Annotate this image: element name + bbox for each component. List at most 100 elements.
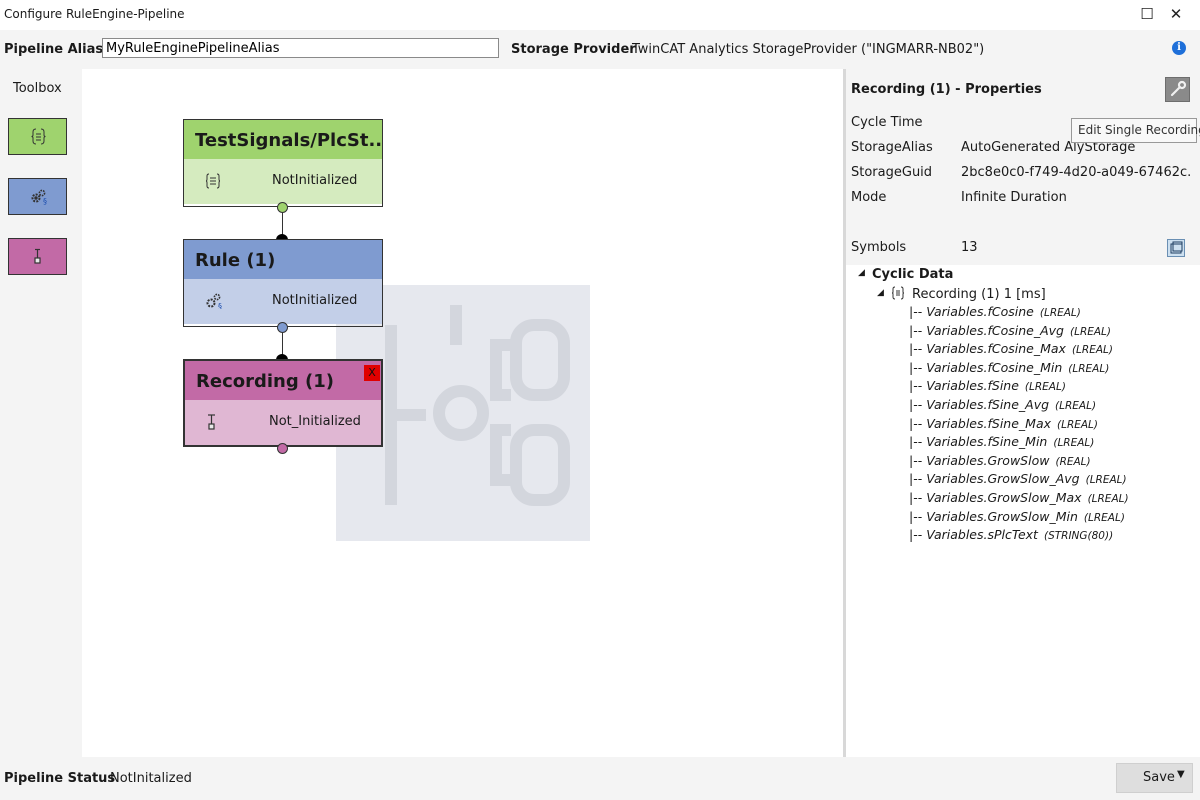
tree-leaf-prefix: |-- (909, 397, 927, 412)
properties-title: Recording (1) - Properties (851, 82, 1042, 97)
toolbox-item-signal[interactable] (8, 118, 67, 155)
symbols-window-button[interactable] (1167, 239, 1185, 257)
recording-icon (207, 414, 217, 434)
tree-leaf-name: Variables.fCosine (926, 304, 1034, 319)
tree-leaf-prefix: |-- (909, 434, 927, 450)
tree-leaf-variable[interactable]: |-- Variables.fSine_Avg (LREAL) (909, 397, 1096, 412)
tree-leaf-type: (LREAL) (1024, 381, 1066, 394)
tree-leaf-name: Variables.fSine_Min (926, 434, 1048, 450)
tree-leaf-type: (LREAL) (1057, 418, 1099, 431)
prop-key-storage-guid: StorageGuid (851, 165, 933, 180)
pipeline-node-recording[interactable]: Recording (1) X Not_Initialized (183, 359, 383, 447)
window-title: Configure RuleEngine-Pipeline (4, 7, 185, 21)
tree-leaf-variable[interactable]: |-- Variables.fSine_Max (LREAL) (909, 416, 1098, 431)
tree-leaf-name: Variables.GrowSlow_Avg (926, 471, 1080, 487)
output-port[interactable] (277, 322, 288, 333)
tree-expand-icon[interactable]: ◢ (858, 268, 865, 278)
tree-leaf-prefix: |-- (909, 527, 927, 543)
close-button[interactable]: ✕ (1165, 4, 1187, 24)
tree-leaf-prefix: |-- (909, 452, 927, 468)
toolbox-item-recording[interactable] (8, 238, 67, 275)
tree-leaf-type: (STRING(80)) (1043, 530, 1114, 543)
braces-icon (891, 286, 905, 303)
tree-expand-icon[interactable]: ◢ (877, 288, 884, 298)
tree-leaf-variable[interactable]: |-- Variables.fCosine_Avg (LREAL) (909, 323, 1111, 338)
wrench-icon (1170, 80, 1187, 97)
symbols-count: 13 (961, 240, 978, 255)
svg-text:§: § (218, 302, 222, 309)
tree-leaf-variable[interactable]: |-- Variables.fSine (LREAL) (909, 378, 1066, 393)
output-port[interactable] (277, 443, 288, 454)
node-body: NotInitialized (184, 159, 382, 204)
gears-icon: § (206, 293, 224, 313)
prop-key-storage-alias: StorageAlias (851, 140, 933, 155)
tree-leaf-variable[interactable]: |-- Variables.GrowSlow (REAL) (909, 453, 1091, 468)
tree-leaf-type: (LREAL) (1053, 437, 1095, 450)
node-status: NotInitialized (272, 293, 358, 308)
tree-leaf-name: Variables.fSine_Avg (926, 397, 1050, 412)
tree-leaf-variable[interactable]: |-- Variables.fCosine_Min (LREAL) (909, 360, 1109, 375)
tree-leaf-name: Variables.GrowSlow_Min (926, 508, 1078, 524)
pipeline-node-signals[interactable]: TestSignals/PlcSt... NotInitialized (183, 119, 383, 207)
tree-leaf-variable[interactable]: |-- Variables.GrowSlow_Max (LREAL) (909, 490, 1129, 505)
svg-text:§: § (43, 197, 47, 206)
tree-leaf-type: (LREAL) (1068, 362, 1110, 375)
toolbox-panel (0, 69, 82, 757)
tree-leaf-variable[interactable]: |-- Variables.fCosine_Max (LREAL) (909, 341, 1113, 356)
tree-leaf-prefix: |-- (909, 359, 927, 375)
node-status: Not_Initialized (269, 414, 361, 429)
tree-leaf-prefix: |-- (909, 304, 927, 319)
tree-leaf-name: Variables.GrowSlow_Max (926, 490, 1082, 505)
tree-node-recording[interactable]: Recording (1) 1 [ms] (912, 287, 1046, 302)
toolbox-item-rule[interactable]: § (8, 178, 67, 215)
info-icon[interactable]: i (1172, 41, 1186, 55)
tree-leaf-prefix: |-- (909, 378, 927, 394)
pipeline-node-rule[interactable]: Rule (1) § NotInitialized (183, 239, 383, 327)
tree-leaf-name: Variables.fCosine_Avg (926, 322, 1064, 338)
tree-leaf-variable[interactable]: |-- Variables.GrowSlow_Avg (LREAL) (909, 471, 1127, 486)
tree-leaf-prefix: |-- (909, 471, 927, 487)
tree-leaf-variable[interactable]: |-- Variables.GrowSlow_Min (LREAL) (909, 509, 1125, 524)
storage-provider-value: TwinCAT Analytics StorageProvider ("INGM… (632, 42, 985, 57)
maximize-button[interactable]: ☐ (1136, 4, 1158, 24)
gears-icon: § (31, 189, 47, 206)
tree-leaf-name: Variables.sPlcText (926, 527, 1038, 543)
tree-leaf-variable[interactable]: |-- Variables.sPlcText (STRING(80)) (909, 527, 1113, 542)
tree-leaf-type: (LREAL) (1071, 344, 1113, 357)
node-body: § NotInitialized (184, 279, 382, 324)
tree-leaf-type: (LREAL) (1083, 511, 1125, 524)
tree-leaf-prefix: |-- (909, 322, 927, 338)
save-button[interactable]: Save ▼ (1116, 763, 1193, 793)
pipeline-status-label: Pipeline Status (4, 771, 116, 786)
prop-key-cycle-time: Cycle Time (851, 115, 923, 130)
node-body: Not_Initialized (185, 400, 381, 445)
tree-leaf-type: (REAL) (1055, 455, 1091, 468)
braces-icon (205, 173, 221, 193)
tree-leaf-variable[interactable]: |-- Variables.fSine_Min (LREAL) (909, 434, 1094, 449)
tree-leaf-type: (LREAL) (1070, 325, 1112, 338)
node-title: Rule (1) (184, 240, 382, 279)
tree-leaf-type: (LREAL) (1055, 400, 1097, 412)
tree-root-cyclic-data[interactable]: Cyclic Data (872, 267, 953, 282)
tree-leaf-name: Variables.GrowSlow (926, 452, 1050, 468)
title-bar: Configure RuleEngine-Pipeline ☐ ✕ (0, 0, 1200, 30)
node-close-button[interactable]: X (364, 365, 380, 381)
output-port[interactable] (277, 202, 288, 213)
pipeline-alias-input[interactable] (102, 38, 499, 58)
tree-leaf-name: Variables.fSine_Max (926, 415, 1051, 431)
braces-icon (31, 128, 46, 145)
pipeline-status-value: NotInitalized (110, 771, 192, 786)
symbols-label: Symbols (851, 240, 907, 255)
tree-leaf-type: (LREAL) (1039, 307, 1081, 319)
tree-leaf-prefix: |-- (909, 415, 927, 431)
pipeline-alias-label: Pipeline Alias (4, 42, 104, 57)
tree-leaf-name: Variables.fSine (926, 378, 1019, 394)
edit-recording-button[interactable] (1165, 77, 1190, 102)
node-title: TestSignals/PlcSt... (184, 120, 382, 159)
tree-leaf-variable[interactable]: |-- Variables.fCosine (LREAL) (909, 304, 1081, 319)
node-title: Recording (1) (185, 361, 381, 400)
window-stack-icon (1170, 241, 1183, 254)
chevron-down-icon[interactable]: ▼ (1177, 769, 1185, 780)
node-status: NotInitialized (272, 173, 358, 188)
tree-leaf-name: Variables.fCosine_Min (926, 359, 1063, 375)
